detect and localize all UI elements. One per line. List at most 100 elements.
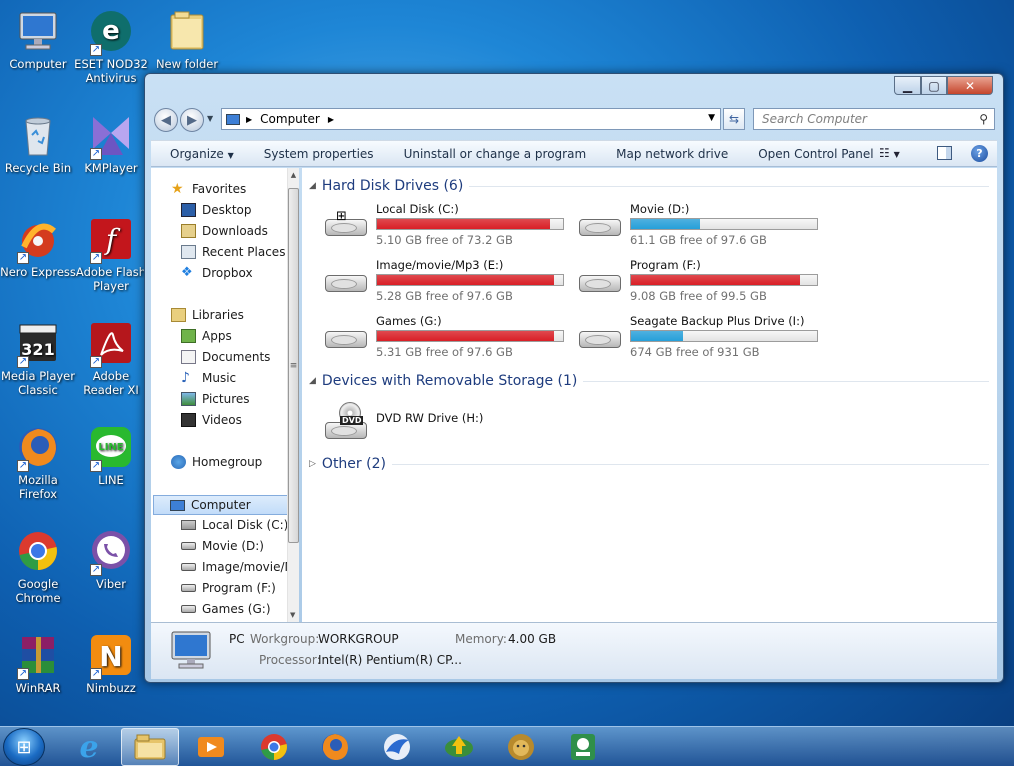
taskbar-app-green[interactable] (554, 728, 612, 766)
drive-usage-bar (376, 274, 564, 286)
nav-label: Movie (D:) (202, 539, 264, 553)
system-properties-button[interactable]: System properties (249, 147, 389, 161)
refresh-button[interactable]: ⇆ (723, 108, 745, 130)
nav-recent-places[interactable]: Recent Places (181, 245, 285, 259)
computer-small-icon (226, 113, 240, 125)
nav-downloads[interactable]: Downloads (181, 224, 268, 238)
maximize-button[interactable]: ▢ (921, 76, 947, 95)
nav-label: Local Disk (C:) (202, 518, 289, 532)
taskbar-app-lion[interactable] (492, 728, 550, 766)
forward-button[interactable]: ▶ (180, 108, 204, 132)
nav-apps[interactable]: Apps (181, 329, 232, 343)
nav-favorites[interactable]: ★ Favorites (171, 182, 246, 196)
drive-name: Seagate Backup Plus Drive (I:) (630, 314, 805, 328)
desktop-icon-flash[interactable]: f ↗ Adobe Flash Player (73, 216, 149, 293)
nav-drive-c[interactable]: Local Disk (C:) (181, 518, 288, 532)
desktop-icon-eset[interactable]: e ↗ ESET NOD32 Antivirus (73, 8, 149, 85)
taskbar-chrome[interactable] (245, 728, 303, 766)
start-button[interactable]: ⊞ (3, 728, 45, 766)
drive-tile-c[interactable]: ⊞ Local Disk (C:) 5.10 GB free of 73.2 GB (322, 202, 564, 247)
desktop-icon-label: Recycle Bin (4, 161, 72, 175)
nav-videos[interactable]: Videos (181, 413, 242, 427)
media-player-classic-icon: 321 ↗ (15, 320, 61, 368)
drive-tile-g[interactable]: Games (G:) 5.31 GB free of 97.6 GB (322, 314, 564, 359)
windows-drive-icon: ⊞ (322, 206, 370, 246)
desktop-icon-adobe-reader[interactable]: ↗ Adobe Reader XI (73, 320, 149, 397)
nav-libraries[interactable]: Libraries (171, 308, 244, 322)
desktop-icon-firefox[interactable]: ↗ Mozilla Firefox (0, 424, 76, 501)
organize-button[interactable]: Organize ▼ (151, 147, 249, 161)
taskbar-app-bird[interactable] (368, 728, 426, 766)
file-explorer-icon (134, 734, 166, 760)
drive-usage-bar (630, 330, 818, 342)
desktop-icon-line[interactable]: LINE ↗ LINE (73, 424, 149, 487)
desktop-icon-new-folder[interactable]: New folder (149, 8, 225, 71)
back-button[interactable]: ◀ (154, 108, 178, 132)
explorer-window: ▁ ▢ ✕ ◀ ▶ ▼ ▶ Computer ▶ ▼ ⇆ Search Comp… (144, 73, 1004, 683)
drive-icon (322, 262, 370, 302)
address-bar[interactable]: ▶ Computer ▶ ▼ (221, 108, 721, 130)
scroll-down-icon[interactable]: ▼ (290, 611, 295, 619)
svg-text:N: N (99, 640, 122, 673)
desktop-icon-label: KMPlayer (84, 161, 138, 175)
scrollbar-thumb[interactable]: ≡ (288, 188, 299, 543)
recent-pages-dropdown[interactable]: ▼ (207, 114, 213, 123)
drive-tile-e[interactable]: Image/movie/Mp3 (E:) 5.28 GB free of 97.6… (322, 258, 564, 303)
drive-tile-i[interactable]: Seagate Backup Plus Drive (I:) 674 GB fre… (576, 314, 818, 359)
desktop-icon-label: Nero Express (0, 265, 76, 279)
nav-pictures[interactable]: Pictures (181, 392, 250, 406)
downloads-icon (181, 224, 196, 238)
taskbar-app-torrent[interactable] (430, 728, 488, 766)
nav-documents[interactable]: Documents (181, 350, 270, 364)
desktop-icon-chrome[interactable]: Google Chrome (0, 528, 76, 605)
close-button[interactable]: ✕ (947, 76, 993, 95)
preview-pane-icon[interactable] (937, 146, 952, 160)
desktop-icon-nimbuzz[interactable]: N ↗ Nimbuzz (73, 632, 149, 695)
group-removable-storage[interactable]: ◢ Devices with Removable Storage (1) (309, 373, 989, 389)
drive-tile-d[interactable]: Movie (D:) 61.1 GB free of 97.6 GB (576, 202, 818, 247)
nav-computer[interactable]: Computer (153, 495, 289, 515)
desktop-icon-mpc[interactable]: 321 ↗ Media Player Classic (0, 320, 76, 397)
scroll-up-icon[interactable]: ▲ (288, 171, 299, 179)
desktop-icon-winrar[interactable]: ↗ WinRAR (0, 632, 76, 695)
taskbar-media-player[interactable] (182, 728, 240, 766)
address-dropdown-icon[interactable]: ▼ (708, 113, 715, 123)
group-hard-disk-drives[interactable]: ◢ Hard Disk Drives (6) (309, 178, 989, 194)
nav-desktop[interactable]: Desktop (181, 203, 252, 217)
breadcrumb-separator-icon: ▶ (246, 114, 253, 124)
homegroup-icon (171, 455, 186, 469)
nav-drive-g[interactable]: Games (G:) (181, 602, 271, 616)
nav-drive-e[interactable]: Image/movie/Mp3 (E:) (181, 560, 299, 574)
nav-music[interactable]: ♪ Music (181, 371, 236, 385)
drive-tile-dvd[interactable]: DVD DVD RW Drive (H:) (322, 396, 483, 446)
drive-free-text: 674 GB free of 931 GB (630, 345, 760, 359)
desktop-icon-label: LINE (98, 473, 124, 487)
desktop-icon-nero[interactable]: ↗ Nero Express (0, 216, 76, 279)
search-input[interactable]: Search Computer ⚲ (753, 108, 995, 130)
taskbar-firefox[interactable] (306, 728, 364, 766)
taskbar-explorer[interactable] (121, 728, 179, 766)
nav-homegroup[interactable]: Homegroup (171, 455, 262, 469)
uninstall-program-button[interactable]: Uninstall or change a program (389, 147, 602, 161)
minimize-button[interactable]: ▁ (894, 76, 921, 95)
drive-tile-f[interactable]: Program (F:) 9.08 GB free of 99.5 GB (576, 258, 818, 303)
breadcrumb-computer[interactable]: Computer (260, 112, 320, 126)
expand-icon: ◢ (309, 376, 316, 386)
desktop-icon-computer[interactable]: Computer (0, 8, 76, 71)
group-other[interactable]: ▷ Other (2) (309, 456, 989, 472)
map-network-drive-button[interactable]: Map network drive (601, 147, 743, 161)
desktop-icon-kmplayer[interactable]: ↗ KMPlayer (73, 112, 149, 175)
open-control-panel-button[interactable]: Open Control Panel (743, 147, 888, 161)
windows-logo-icon: ⊞ (336, 209, 347, 224)
nav-drive-f[interactable]: Program (F:) (181, 581, 276, 595)
nav-dropbox[interactable]: ❖ Dropbox (181, 266, 253, 281)
desktop-icon-recycle-bin[interactable]: Recycle Bin (0, 112, 76, 175)
nav-drive-d[interactable]: Movie (D:) (181, 539, 264, 553)
taskbar-internet-explorer[interactable]: e (60, 728, 118, 766)
change-view-button[interactable]: ☷ ▼ (879, 146, 900, 160)
nav-label: Libraries (192, 308, 244, 322)
firefox-icon: ↗ (15, 424, 61, 472)
desktop-icon-viber[interactable]: ↗ Viber (73, 528, 149, 591)
help-icon[interactable]: ? (971, 145, 988, 162)
drive-usage-bar (376, 330, 564, 342)
